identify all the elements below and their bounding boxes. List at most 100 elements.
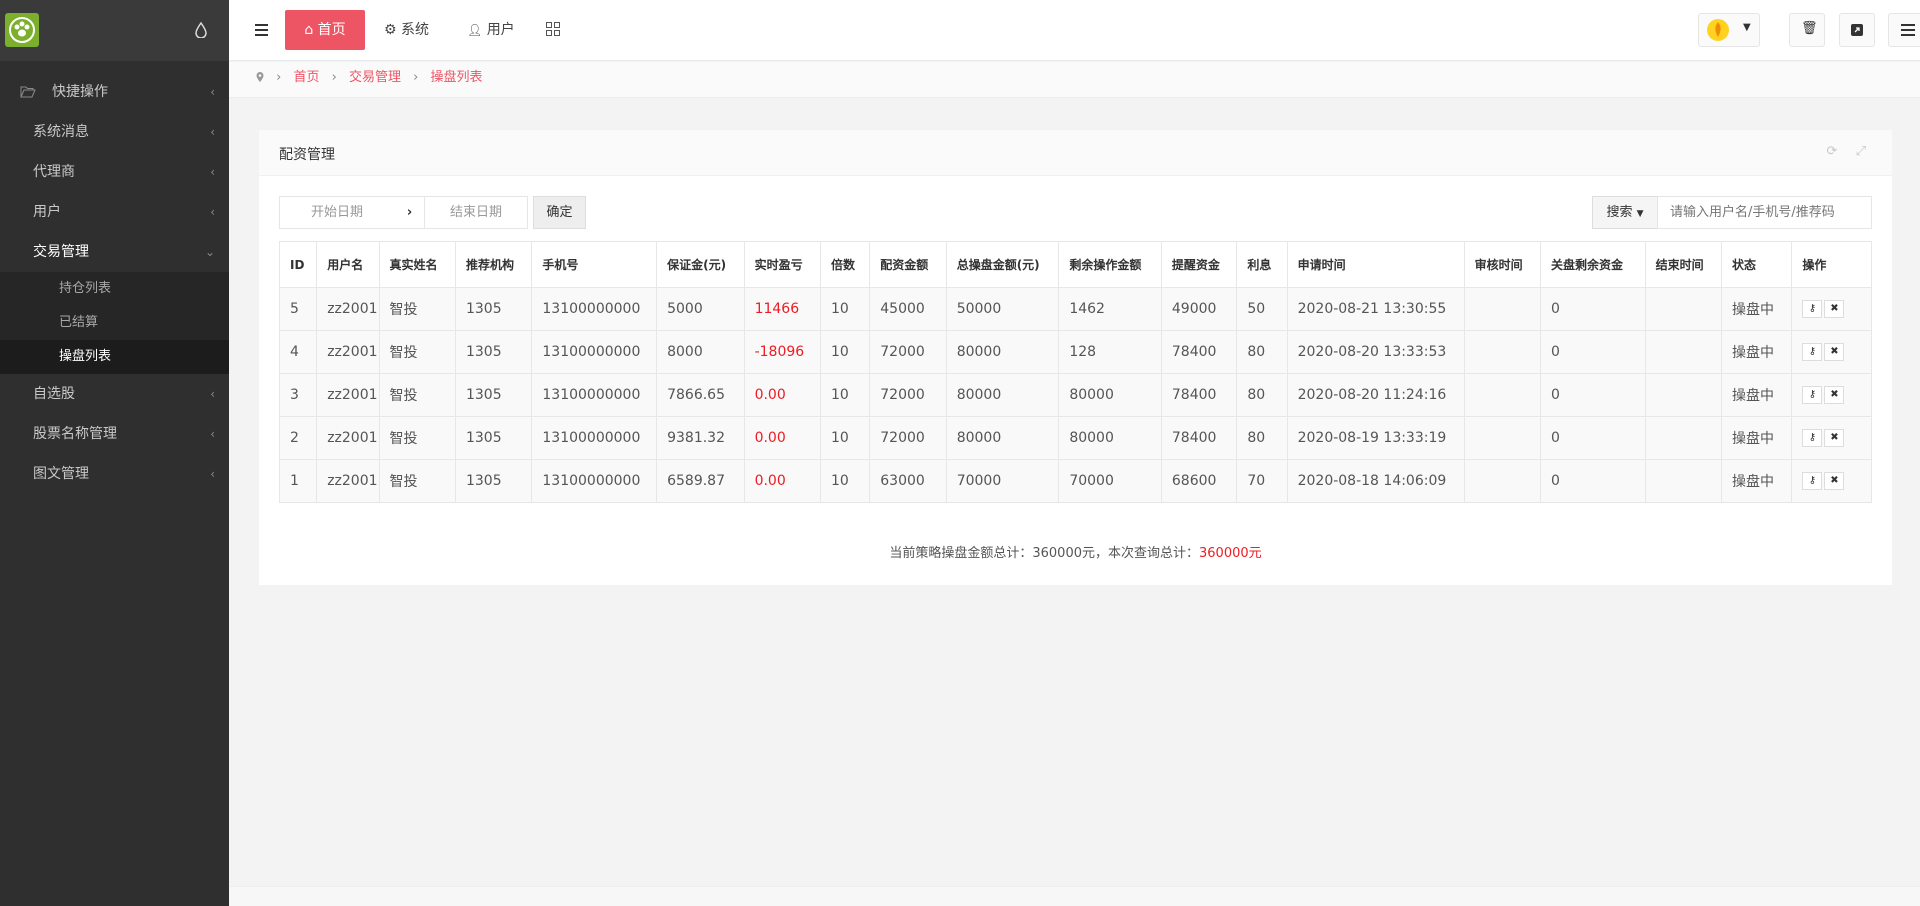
sidebar-item-stock-names[interactable]: 股票名称管理 ‹ (0, 414, 229, 454)
table-cell: 13100000000 (531, 287, 658, 331)
droplet-icon[interactable] (195, 22, 207, 38)
table-cell: 1305 (454, 459, 533, 503)
chevron-down-icon: ⌄ (204, 245, 215, 259)
key-icon[interactable]: ⚷ (1802, 386, 1823, 404)
folder-open-icon (20, 86, 36, 98)
close-icon[interactable]: ✖ (1824, 386, 1845, 404)
table-cell: 80000 (945, 373, 1060, 417)
right-panel-toggle[interactable] (1888, 13, 1920, 47)
close-icon[interactable]: ✖ (1824, 429, 1845, 447)
start-date-input[interactable]: 开始日期 (279, 196, 395, 229)
sidebar-item-label: 自选股 (33, 386, 75, 402)
column-header: ID (278, 241, 318, 288)
table-row: 3 zz2001 智投 1305 13100000000 7866.65 0.00 10 720… (278, 373, 1872, 417)
table-cell: 78400 (1160, 330, 1238, 374)
sidebar-item-label: 快捷操作 (52, 84, 108, 100)
external-link-button[interactable] (1839, 13, 1875, 47)
clear-cache-button[interactable]: 🗑︎ (1789, 13, 1825, 47)
table-cell (1463, 373, 1542, 417)
search-input[interactable] (1657, 196, 1872, 229)
sidebar-item-system-messages[interactable]: 系统消息 ‹ (0, 112, 229, 152)
sidebar-subitem-trading-list[interactable]: 操盘列表 (0, 340, 229, 374)
table-cell: 49000 (1160, 287, 1238, 331)
table-row: 4 zz2001 智投 1305 13100000000 8000 -18096 10 7200… (278, 330, 1872, 374)
key-icon[interactable]: ⚷ (1802, 472, 1823, 490)
breadcrumb-separator: › (331, 70, 337, 85)
refresh-icon[interactable]: ⟳ (1827, 144, 1838, 159)
table-cell: 1305 (454, 330, 533, 374)
table-cell: 10 (819, 373, 871, 417)
table-cell: 1462 (1058, 287, 1162, 331)
column-header: 申请时间 (1286, 241, 1465, 288)
key-icon[interactable]: ⚷ (1802, 343, 1823, 361)
user-avatar-dropdown[interactable]: ▼ (1698, 13, 1760, 47)
table-cell: 操盘中 (1721, 330, 1793, 374)
table-cell: 智投 (378, 287, 456, 331)
table-cell: 72000 (869, 330, 947, 374)
table-cell: 13100000000 (531, 416, 658, 460)
table-cell: 11466 (743, 287, 822, 331)
table-cell: 5000 (656, 287, 745, 331)
table-row: 2 zz2001 智投 1305 13100000000 9381.32 0.00 10 720… (278, 416, 1872, 460)
table-cell (1644, 330, 1723, 374)
sidebar-item-watchlist[interactable]: 自选股 ‹ (0, 374, 229, 414)
table-cell: 70 (1236, 459, 1288, 503)
table-cell: 70000 (945, 459, 1060, 503)
key-icon[interactable]: ⚷ (1802, 429, 1823, 447)
nav-home-button[interactable]: ⌂ 首页 (285, 10, 365, 50)
avatar (1707, 19, 1729, 41)
sidebar-subitem-positions[interactable]: 持仓列表 (0, 272, 229, 306)
panel-title: 配资管理 (279, 147, 335, 163)
table-cell: 9381.32 (656, 416, 745, 460)
breadcrumb-current[interactable]: 操盘列表 (430, 70, 482, 85)
table-cell: 操盘中 (1721, 416, 1793, 460)
grid-icon[interactable] (546, 22, 560, 36)
caret-down-icon: ▼ (1636, 209, 1644, 219)
sidebar-item-agents[interactable]: 代理商 ‹ (0, 152, 229, 192)
table-cell: 1 (278, 459, 318, 503)
logo[interactable] (5, 13, 39, 47)
sidebar-item-trade-management[interactable]: 交易管理 ⌄ (0, 232, 229, 272)
end-date-input[interactable]: 结束日期 (424, 196, 528, 229)
sidebar-subitem-settled[interactable]: 已结算 (0, 306, 229, 340)
table-cell: 1305 (454, 287, 533, 331)
table-header-row: ID 用户名 真实姓名 推荐机构 手机号 保证金(元) 实时盈亏 倍数 配资金额 总操盘金额(元)… (278, 241, 1872, 288)
table-cell: 智投 (378, 330, 456, 374)
actions-cell: ⚷ ✖ (1791, 373, 1872, 417)
chevron-left-icon: ‹ (210, 427, 215, 441)
search-dropdown-button[interactable]: 搜索 ▼ (1592, 196, 1658, 229)
breadcrumb-trade-management[interactable]: 交易管理 (349, 70, 401, 85)
column-header: 剩余操作金额 (1058, 241, 1162, 288)
trading-table: ID 用户名 真实姓名 推荐机构 手机号 保证金(元) 实时盈亏 倍数 配资金额 总操盘金额(元)… (278, 241, 1872, 503)
table-cell: 7866.65 (656, 373, 745, 417)
sidebar-item-users[interactable]: 用户 ‹ (0, 192, 229, 232)
table-cell: 10 (819, 416, 871, 460)
nav-system[interactable]: ⚙ 系统 (384, 10, 429, 50)
table-cell: 10 (819, 287, 871, 331)
nav-user[interactable]: 👤︎ 用户 (467, 10, 515, 50)
close-icon[interactable]: ✖ (1824, 343, 1845, 361)
fullscreen-icon[interactable]: ⤢ (1856, 144, 1866, 159)
actions-cell: ⚷ ✖ (1791, 416, 1872, 460)
table-cell: 2 (278, 416, 318, 460)
key-icon[interactable]: ⚷ (1802, 300, 1823, 318)
table-cell: 80 (1236, 330, 1288, 374)
sidebar-item-quick-actions[interactable]: 快捷操作 ‹ (0, 72, 229, 112)
close-icon[interactable]: ✖ (1824, 300, 1845, 318)
confirm-button[interactable]: 确定 (533, 196, 586, 229)
sidebar-item-label: 图文管理 (33, 466, 89, 482)
chevron-left-icon: ‹ (210, 125, 215, 139)
table-cell: 2020-08-20 13:33:53 (1286, 330, 1465, 374)
table-row: 5 zz2001 智投 1305 13100000000 5000 11466 10 45000… (278, 287, 1872, 331)
breadcrumb: › 首页 › 交易管理 › 操盘列表 (229, 62, 1920, 98)
breadcrumb-home[interactable]: 首页 (293, 70, 319, 85)
close-icon[interactable]: ✖ (1824, 472, 1845, 490)
sidebar-item-articles[interactable]: 图文管理 ‹ (0, 454, 229, 494)
sidebar-submenu: 持仓列表 已结算 操盘列表 (0, 272, 229, 374)
table-cell: 80000 (945, 330, 1060, 374)
menu-toggle-icon[interactable] (255, 24, 268, 36)
table-cell: 2020-08-19 13:33:19 (1286, 416, 1465, 460)
table-cell: 智投 (378, 459, 456, 503)
table-cell (1463, 459, 1542, 503)
sidebar-item-label: 代理商 (33, 164, 75, 180)
